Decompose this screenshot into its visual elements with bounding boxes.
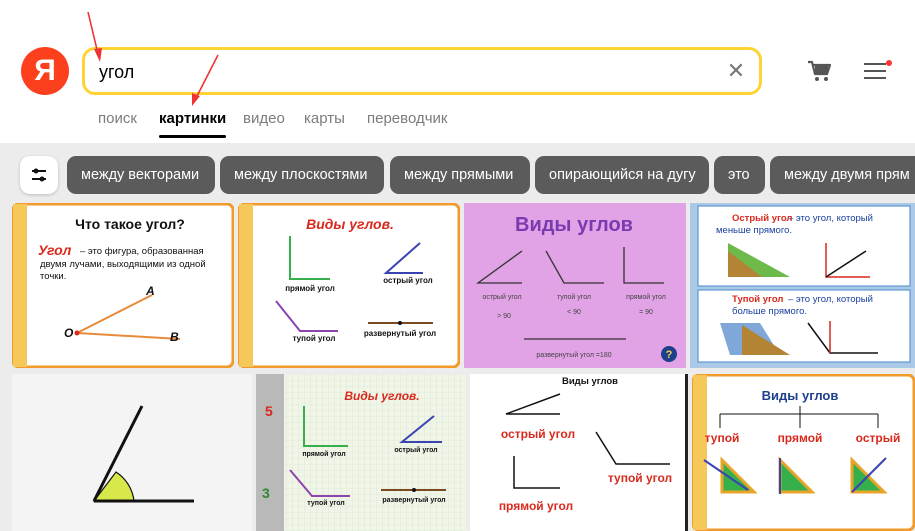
img3-label-1: острый угол	[482, 293, 521, 301]
tab-video[interactable]: видео	[243, 110, 285, 127]
img6-number-1: 5	[265, 403, 273, 419]
img6-number-2: 3	[262, 485, 270, 501]
img2-label-4: развернутый угол	[364, 329, 436, 338]
close-icon[interactable]: ✕	[725, 60, 747, 82]
logo-letter: Я	[34, 54, 56, 87]
header: Я ✕ поиск картинки видео карты переводчи…	[0, 0, 915, 143]
img1-def1: – это фигура, образованная	[80, 246, 204, 257]
img3-value-1: > 90	[497, 313, 511, 320]
img8-title: Виды углов	[762, 388, 839, 403]
image-result-5[interactable]	[12, 374, 252, 531]
img3-label-2: тупой угол	[557, 293, 591, 301]
image-result-3[interactable]: Виды углов острый угол тупой угол прямой…	[464, 203, 686, 368]
img7-label-3: прямой угол	[499, 499, 573, 513]
search-box[interactable]: ✕	[82, 47, 762, 95]
img6-label-3: тупой угол	[307, 499, 345, 507]
img4-obtuse-def2: больше прямого.	[732, 306, 807, 317]
img7-title: Виды углов	[562, 376, 618, 387]
img3-label-3: прямой угол	[626, 293, 666, 301]
chip-vectors[interactable]: между векторами	[67, 156, 215, 194]
chip-arc[interactable]: опирающийся на дугу	[535, 156, 709, 194]
chip-lines[interactable]: между прямыми	[390, 156, 530, 194]
img7-label-1: острый угол	[501, 427, 575, 441]
img1-point-a: A	[145, 284, 155, 298]
tab-images[interactable]: картинки	[159, 110, 227, 138]
img3-help-icon: ?	[666, 349, 673, 361]
chip-planes[interactable]: между плоскостями	[220, 156, 384, 194]
yandex-logo[interactable]: Я	[21, 47, 69, 95]
image-result-8[interactable]: Виды углов тупой прямой острый	[692, 374, 915, 531]
img3-label-4: развернутый угол =180	[536, 351, 611, 359]
img1-title: Что такое угол?	[75, 216, 185, 232]
img1-point-o: O	[64, 326, 74, 340]
search-input[interactable]	[97, 58, 701, 86]
img6-label-1: прямой угол	[302, 450, 345, 458]
image-result-6[interactable]: 5 3 Виды углов. прямой угол острый угол …	[256, 374, 466, 531]
chip-this[interactable]: это	[714, 156, 765, 194]
img2-title: Виды углов.	[306, 216, 394, 232]
img1-def3: точки.	[40, 271, 66, 282]
img4-acute-term: Острый угол	[732, 213, 792, 224]
img8-label-3: острый	[856, 431, 901, 445]
tab-maps[interactable]: карты	[304, 110, 345, 127]
img3-value-2: < 90	[567, 309, 581, 316]
img4-acute-def2: меньше прямого.	[716, 225, 792, 236]
chip-two-lines[interactable]: между двумя прям	[770, 156, 915, 194]
cart-icon[interactable]	[806, 58, 832, 84]
tab-search[interactable]: поиск	[98, 110, 137, 127]
sliders-icon[interactable]	[20, 156, 58, 194]
img3-value-3: = 90	[639, 309, 653, 316]
img1-def2: двумя лучами, выходящими из одной	[40, 259, 206, 270]
img1-point-b: B	[170, 330, 179, 344]
img8-label-2: прямой	[778, 431, 823, 445]
menu-icon[interactable]	[862, 60, 892, 82]
img6-label-4: развернутый угол	[382, 496, 445, 504]
tab-translator[interactable]: переводчик	[367, 110, 447, 127]
img2-label-1: прямой угол	[285, 284, 335, 293]
img3-title: Виды углов	[515, 214, 633, 236]
image-result-1[interactable]: Что такое угол? Угол – это фигура, образ…	[12, 203, 234, 368]
filter-bar: между векторами между плоскостями между …	[0, 152, 915, 198]
img2-label-2: острый угол	[383, 276, 432, 285]
img6-title: Виды углов.	[344, 389, 419, 403]
img2-label-3: тупой угол	[293, 334, 336, 343]
img8-label-1: тупой	[705, 431, 740, 445]
img4-obtuse-term: Тупой угол	[732, 294, 783, 305]
image-result-7[interactable]: Виды углов острый угол тупой угол прямой…	[470, 374, 688, 531]
img7-label-2: тупой угол	[608, 471, 672, 485]
img4-obtuse-def1: – это угол, который	[788, 294, 873, 305]
image-result-4[interactable]: Острый угол – это угол, который меньше п…	[690, 203, 915, 368]
img1-term: Угол	[38, 242, 72, 258]
notification-dot	[886, 60, 892, 66]
img4-acute-def1: – это угол, который	[788, 213, 873, 224]
image-result-2[interactable]: Виды углов. прямой угол острый угол тупо…	[238, 203, 460, 368]
img6-label-2: острый угол	[394, 446, 437, 454]
